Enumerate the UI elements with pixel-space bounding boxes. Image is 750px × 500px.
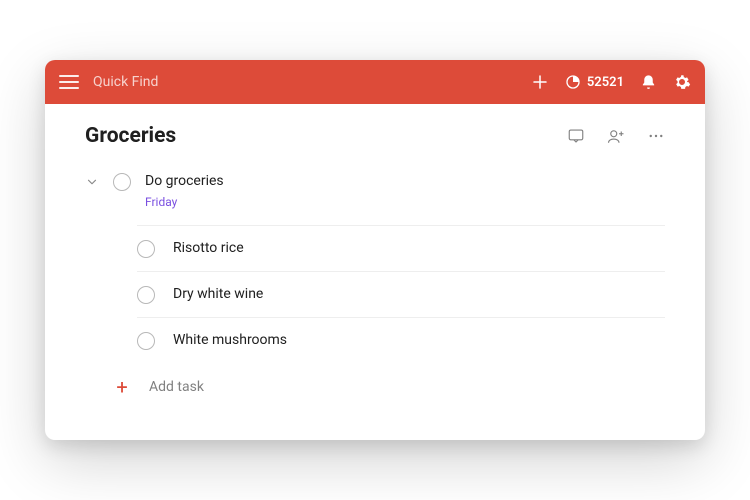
topbar: Quick Find 52521 (45, 60, 705, 104)
subtask-row[interactable]: White mushrooms (137, 317, 665, 363)
comment-icon[interactable] (567, 127, 585, 145)
share-icon[interactable] (607, 127, 625, 145)
karma-count[interactable]: 52521 (565, 74, 624, 90)
karma-count-value: 52521 (587, 75, 624, 90)
subtask-row[interactable]: Risotto rice (137, 225, 665, 271)
subtask-list: Risotto rice Dry white wine White mushro… (137, 225, 665, 363)
subtask-row[interactable]: Dry white wine (137, 271, 665, 317)
task-row[interactable]: Do groceries Friday (85, 164, 665, 213)
subtask-title: Risotto rice (173, 240, 244, 256)
more-icon[interactable] (647, 127, 665, 145)
app-window: Quick Find 52521 Groceries (45, 60, 705, 440)
quick-find-input[interactable]: Quick Find (93, 74, 517, 90)
task-content: Do groceries Friday (145, 172, 665, 209)
list-title: Groceries (85, 124, 176, 148)
plus-icon: + (113, 377, 131, 397)
menu-icon[interactable] (59, 75, 79, 89)
list-header: Groceries (85, 124, 665, 148)
add-task-label: Add task (149, 379, 204, 395)
gear-icon[interactable] (673, 73, 691, 91)
list-actions (567, 127, 665, 145)
topbar-actions: 52521 (531, 73, 691, 91)
content-area: Groceries Do groceries Friday (45, 104, 705, 440)
task-checkbox[interactable] (113, 173, 131, 191)
add-task-button[interactable]: + Add task (85, 363, 665, 397)
subtask-checkbox[interactable] (137, 332, 155, 350)
task-title: Do groceries (145, 172, 665, 192)
subtask-checkbox[interactable] (137, 286, 155, 304)
subtask-checkbox[interactable] (137, 240, 155, 258)
add-icon[interactable] (531, 73, 549, 91)
subtask-title: Dry white wine (173, 286, 263, 302)
task-date: Friday (145, 195, 665, 209)
bell-icon[interactable] (640, 74, 657, 91)
chevron-down-icon[interactable] (85, 175, 99, 189)
subtask-title: White mushrooms (173, 332, 287, 348)
